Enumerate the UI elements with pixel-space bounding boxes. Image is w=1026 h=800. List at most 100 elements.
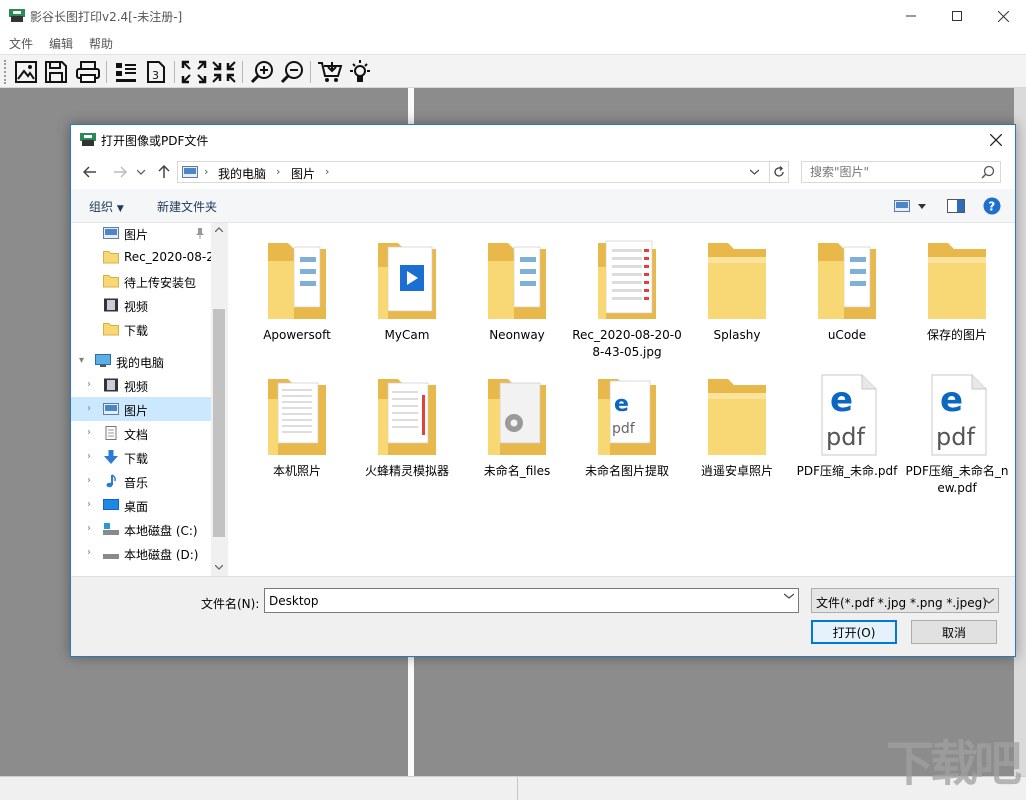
file-item-folder[interactable]: epdf未命名图片提取 — [572, 359, 682, 491]
fit-expand-button[interactable] — [180, 58, 208, 86]
nav-label: 音乐 — [124, 474, 148, 491]
music-icon — [103, 474, 119, 488]
preview-pane-icon[interactable] — [947, 199, 965, 213]
file-item-folder[interactable]: Splashy — [682, 223, 792, 355]
nav-item-rec-folder[interactable]: Rec_2020-08-20 — [71, 245, 211, 269]
file-item-folder[interactable]: 火蜂精灵模拟器 — [352, 359, 462, 491]
toolbar-separator — [174, 61, 175, 83]
filename-input[interactable] — [265, 589, 775, 612]
recent-locations-button[interactable] — [135, 163, 147, 181]
nav-item-desktop[interactable]: › 桌面 — [71, 493, 211, 517]
file-item-folder[interactable]: Rec_2020-08-20-08-43-05.jpg — [572, 223, 682, 355]
back-button[interactable] — [81, 163, 99, 181]
nav-item-music[interactable]: › 音乐 — [71, 469, 211, 493]
expand-chevron-icon[interactable]: › — [87, 523, 91, 534]
toolbar-separator — [242, 61, 243, 83]
menu-help[interactable]: 帮助 — [89, 35, 113, 52]
expand-chevron-icon[interactable]: › — [87, 475, 91, 486]
folder-icon — [484, 237, 550, 321]
cart-button[interactable] — [316, 58, 344, 86]
nav-item-pictures-quick[interactable]: 图片 — [71, 221, 211, 245]
filename-combobox[interactable] — [264, 588, 799, 613]
nav-item-videos[interactable]: › 视频 — [71, 373, 211, 397]
breadcrumb-this-pc[interactable]: 我的电脑 — [218, 165, 266, 182]
fit-shrink-button[interactable] — [210, 58, 238, 86]
breadcrumb-chevron[interactable]: › — [204, 165, 208, 178]
nav-item-downloads[interactable]: › 下载 — [71, 445, 211, 469]
maximize-button[interactable] — [934, 0, 980, 32]
open-image-button[interactable] — [12, 58, 40, 86]
scroll-up-icon[interactable] — [215, 227, 223, 232]
organize-menu[interactable]: 组织 ▼ — [89, 198, 124, 215]
documents-icon — [103, 426, 119, 440]
menu-file[interactable]: 文件 — [9, 35, 33, 52]
menu-edit[interactable]: 编辑 — [49, 35, 73, 52]
filetype-select[interactable]: 文件(*.pdf *.jpg *.png *.jpeg) — [811, 588, 999, 613]
print-button[interactable] — [74, 58, 102, 86]
file-item-pdf[interactable]: epdfPDF压缩_未命名_new.pdf — [902, 359, 1012, 491]
pictures-icon — [182, 166, 198, 178]
idea-bulb-button[interactable] — [346, 58, 374, 86]
up-button[interactable] — [155, 163, 173, 181]
scrollbar-thumb[interactable] — [213, 309, 225, 537]
minimize-button[interactable] — [888, 0, 934, 32]
nav-item-videos-quick[interactable]: 视频 — [71, 293, 211, 317]
save-icon — [44, 60, 68, 84]
search-icon[interactable] — [981, 165, 995, 179]
nav-item-documents[interactable]: › 文档 — [71, 421, 211, 445]
scroll-down-icon[interactable] — [215, 565, 223, 570]
computer-icon — [95, 354, 111, 368]
search-input[interactable] — [802, 162, 972, 182]
nav-item-pictures[interactable]: › 图片 — [71, 397, 211, 421]
address-bar[interactable]: › 我的电脑 › 图片 › — [177, 161, 789, 183]
file-item-folder[interactable]: 逍遥安卓照片 — [682, 359, 792, 491]
nav-item-drive-c[interactable]: › 本地磁盘 (C:) — [71, 517, 211, 541]
file-item-folder[interactable]: 未命名_files — [462, 359, 572, 491]
close-window-button[interactable] — [980, 0, 1026, 32]
file-item-folder[interactable]: 本机照片 — [242, 359, 352, 491]
expand-chevron-icon[interactable]: › — [87, 403, 91, 414]
view-mode-icon[interactable] — [894, 200, 910, 212]
pin-icon[interactable] — [195, 227, 205, 239]
chevron-down-icon[interactable] — [784, 593, 794, 599]
nav-item-downloads-quick[interactable]: 下载 — [71, 317, 211, 341]
file-item-folder[interactable]: 保存的图片 — [902, 223, 1012, 355]
nav-item-upload-folder[interactable]: 待上传安装包 — [71, 269, 211, 293]
save-button[interactable] — [42, 58, 70, 86]
toolbar-grip[interactable] — [4, 60, 6, 84]
forward-button[interactable] — [111, 163, 129, 181]
page-number-button[interactable]: 3 — [142, 58, 170, 86]
file-item-folder[interactable]: Apowersoft — [242, 223, 352, 355]
expand-chevron-icon[interactable]: › — [87, 427, 91, 438]
zoom-out-button[interactable] — [278, 58, 306, 86]
help-icon[interactable]: ? — [983, 197, 1001, 215]
file-item-folder[interactable]: MyCam — [352, 223, 462, 355]
file-name: 未命名_files — [462, 463, 572, 480]
nav-item-drive-d[interactable]: › 本地磁盘 (D:) — [71, 541, 211, 565]
layout-list-button[interactable] — [112, 58, 140, 86]
chevron-down-icon[interactable] — [750, 169, 759, 175]
zoom-in-button[interactable] — [248, 58, 276, 86]
nav-label: 我的电脑 — [116, 354, 164, 371]
cancel-button[interactable]: 取消 — [911, 620, 997, 644]
caret-down-icon[interactable] — [918, 204, 926, 209]
breadcrumb-chevron[interactable]: › — [325, 165, 329, 178]
breadcrumb-chevron[interactable]: › — [276, 165, 280, 178]
search-box[interactable] — [801, 161, 1001, 183]
refresh-button[interactable] — [769, 161, 789, 183]
new-folder-button[interactable]: 新建文件夹 — [157, 198, 217, 215]
expand-chevron-icon[interactable]: › — [87, 451, 91, 462]
expand-chevron-icon[interactable]: › — [87, 547, 91, 558]
dialog-close-button[interactable] — [981, 125, 1011, 155]
file-item-pdf[interactable]: epdfPDF压缩_未命.pdf — [792, 359, 902, 491]
open-button[interactable]: 打开(O) — [811, 620, 897, 644]
nav-item-this-pc[interactable]: ▾ 我的电脑 — [71, 349, 211, 373]
app-printer-icon — [9, 9, 25, 23]
breadcrumb-pictures[interactable]: 图片 — [291, 165, 315, 182]
expand-chevron-icon[interactable]: › — [87, 379, 91, 390]
nav-pane-scrollbar[interactable] — [211, 223, 228, 576]
expand-chevron-icon[interactable]: › — [87, 499, 91, 510]
file-item-folder[interactable]: uCode — [792, 223, 902, 355]
file-item-folder[interactable]: Neonway — [462, 223, 572, 355]
collapse-chevron-icon[interactable]: ▾ — [79, 355, 84, 366]
